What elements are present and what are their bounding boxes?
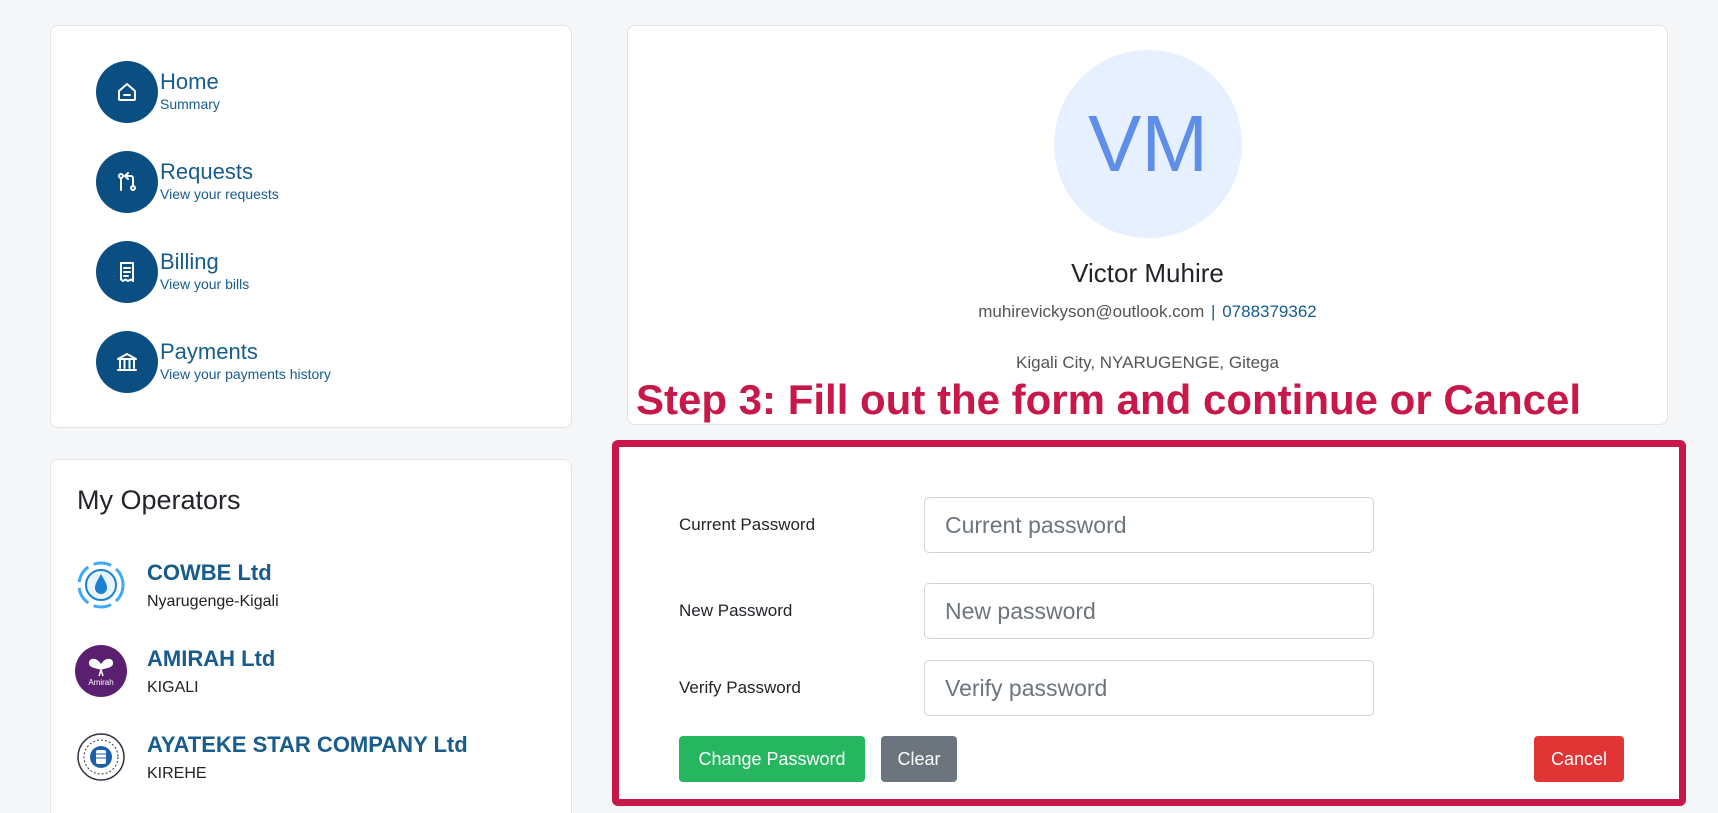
profile-address: Kigali City, NYARUGENGE, Gitega bbox=[1016, 353, 1279, 372]
operator-name: COWBE Ltd bbox=[147, 560, 272, 585]
new-password-input[interactable] bbox=[924, 583, 1374, 639]
avatar: VM bbox=[1054, 50, 1242, 238]
nav-item-subtitle: Summary bbox=[160, 96, 220, 112]
nav-item-title: Payments bbox=[160, 339, 258, 364]
amirah-logo-icon: Amirah bbox=[75, 645, 127, 697]
profile-phone[interactable]: 0788379362 bbox=[1222, 302, 1317, 321]
new-password-label: New Password bbox=[679, 601, 793, 620]
operator-location: KIGALI bbox=[147, 679, 199, 696]
profile-email: muhirevickyson@outlook.com bbox=[978, 302, 1205, 321]
nav-item-subtitle: View your bills bbox=[160, 276, 250, 292]
operator-location: Nyarugenge-Kigali bbox=[147, 593, 279, 610]
nav-item-billing[interactable]: Billing View your bills bbox=[96, 241, 250, 307]
profile-card: VM Victor Muhire muhirevickyson@outlook.… bbox=[627, 25, 1668, 425]
bank-icon bbox=[96, 331, 158, 393]
receipt-icon bbox=[96, 241, 158, 303]
cancel-button[interactable]: Cancel bbox=[1534, 736, 1624, 782]
navigation-card: Home Summary Requests View your requests… bbox=[50, 25, 572, 428]
profile-contact: muhirevickyson@outlook.com | 0788379362 bbox=[628, 302, 1667, 322]
home-icon bbox=[96, 61, 158, 123]
operator-location: KIREHE bbox=[147, 765, 207, 782]
nav-item-subtitle: View your payments history bbox=[160, 366, 331, 382]
nav-item-title: Requests bbox=[160, 159, 253, 184]
operator-item-amirah[interactable]: Amirah AMIRAH Ltd KIGALI bbox=[75, 645, 275, 699]
nav-item-title: Billing bbox=[160, 249, 219, 274]
nav-item-requests[interactable]: Requests View your requests bbox=[96, 151, 279, 217]
profile-name: Victor Muhire bbox=[1071, 258, 1224, 288]
clear-button[interactable]: Clear bbox=[881, 736, 957, 782]
operator-item-cowbe[interactable]: COWBE Ltd Nyarugenge-Kigali bbox=[75, 559, 279, 613]
amirah-logo-text: Amirah bbox=[88, 677, 114, 687]
nav-item-subtitle: View your requests bbox=[160, 186, 279, 202]
operator-item-ayateke[interactable]: AYATEKE STAR COMPANY Ltd KIREHE bbox=[75, 731, 468, 785]
change-password-form: Current Password New Password Verify Pas… bbox=[612, 440, 1686, 806]
nav-item-title: Home bbox=[160, 69, 219, 94]
current-password-label: Current Password bbox=[679, 515, 816, 534]
cowbe-logo-icon bbox=[75, 559, 127, 611]
contact-separator: | bbox=[1211, 302, 1216, 321]
current-password-input[interactable] bbox=[924, 497, 1374, 553]
verify-password-label: Verify Password bbox=[679, 678, 801, 697]
step-annotation-title: Step 3: Fill out the form and continue o… bbox=[636, 376, 1582, 423]
change-password-button[interactable]: Change Password bbox=[679, 736, 865, 782]
ayateke-seal-icon bbox=[75, 731, 127, 783]
git-pull-request-icon bbox=[96, 151, 158, 213]
nav-item-payments[interactable]: Payments View your payments history bbox=[96, 331, 331, 397]
verify-password-input[interactable] bbox=[924, 660, 1374, 716]
operator-name: AMIRAH Ltd bbox=[147, 646, 276, 671]
operator-name: AYATEKE STAR COMPANY Ltd bbox=[147, 732, 468, 757]
nav-item-home[interactable]: Home Summary bbox=[96, 61, 220, 127]
operators-card: My Operators COWBE Ltd Nyarugenge-Kigali… bbox=[50, 459, 572, 813]
operators-title: My Operators bbox=[77, 485, 241, 515]
